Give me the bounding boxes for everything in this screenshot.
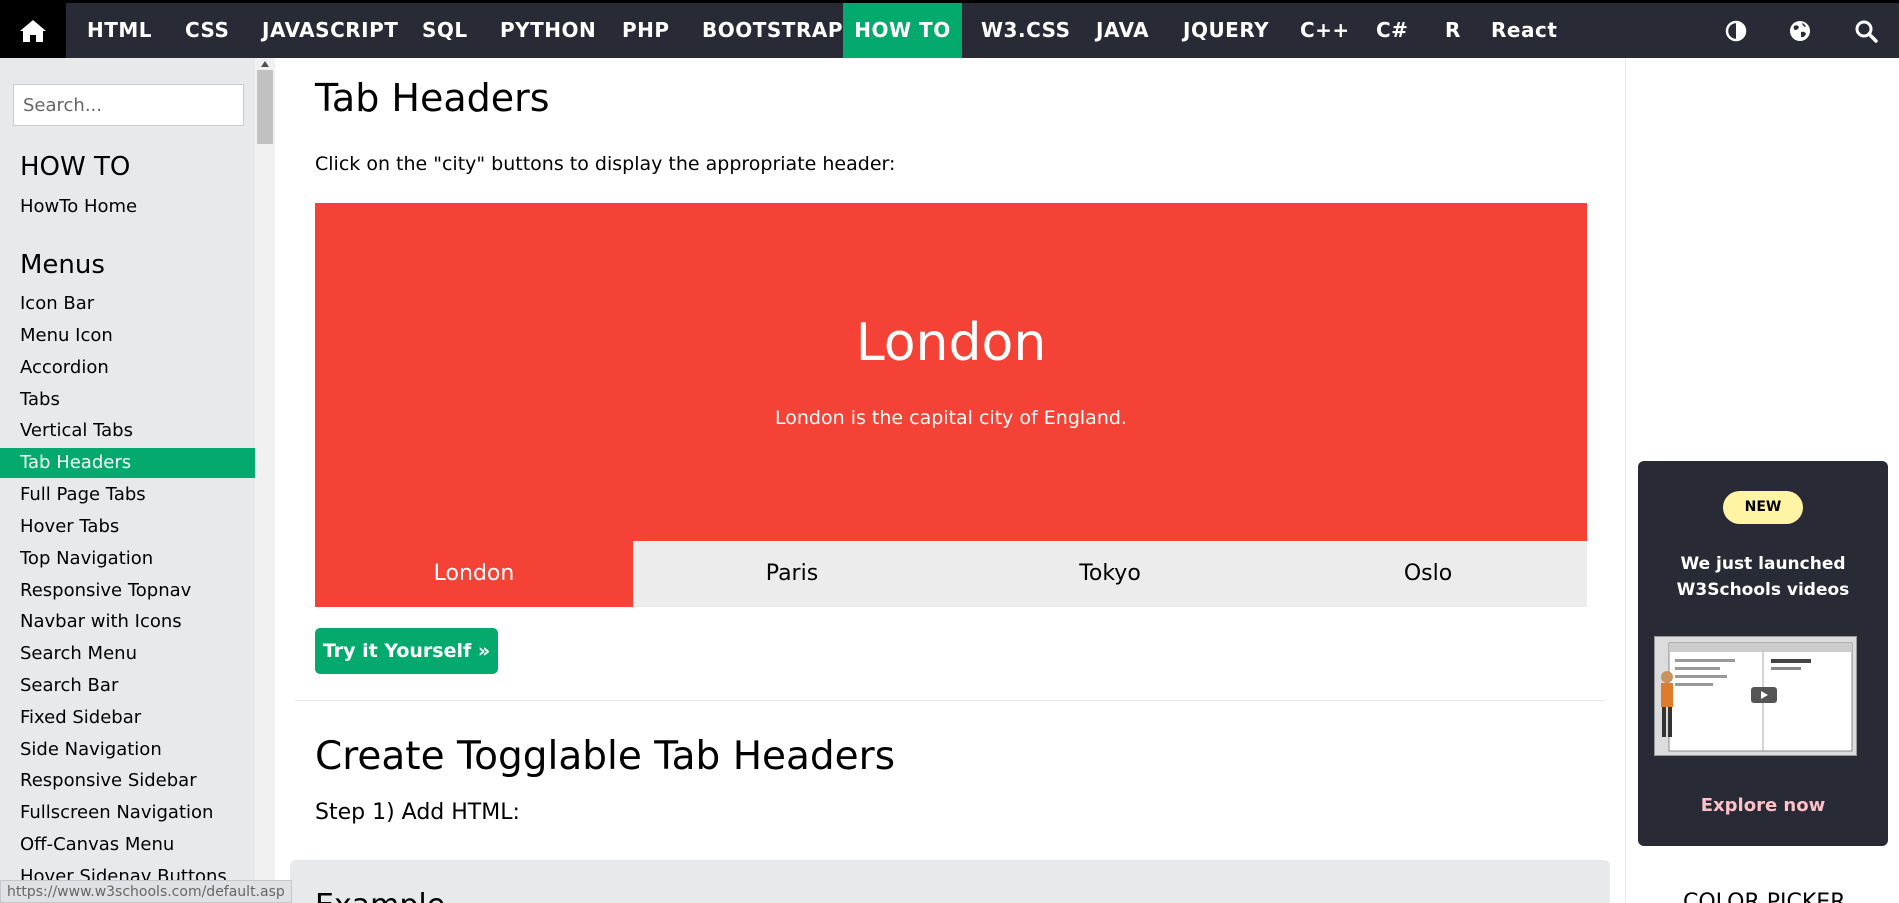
sidebar-item-responsive-sidebar[interactable]: Responsive Sidebar <box>0 766 255 796</box>
explore-now-link[interactable]: Explore now <box>1638 795 1888 816</box>
color-picker-heading: COLOR PICKER <box>1683 890 1846 903</box>
sidebar-item-icon-bar[interactable]: Icon Bar <box>0 289 255 319</box>
sidebar-item-off-canvas-menu[interactable]: Off-Canvas Menu <box>0 830 255 860</box>
nav-csharp[interactable]: C# <box>1357 3 1427 58</box>
tab-london[interactable]: London <box>315 541 633 607</box>
sidebar-item-search-bar[interactable]: Search Bar <box>0 671 255 701</box>
tab-paris[interactable]: Paris <box>633 541 951 607</box>
example-box: Example <box>290 860 1610 903</box>
nav-cpp[interactable]: C++ <box>1281 3 1369 58</box>
nav-bootstrap[interactable]: BOOTSTRAP <box>683 3 862 58</box>
sidebar-item-fixed-sidebar[interactable]: Fixed Sidebar <box>0 703 255 733</box>
scrollbar-thumb[interactable] <box>257 70 273 144</box>
status-bar-url: https://www.w3schools.com/default.asp <box>0 880 292 903</box>
sidebar-item-hover-tabs[interactable]: Hover Tabs <box>0 512 255 542</box>
sidebar-heading-howto: HOW TO <box>20 152 131 182</box>
nav-jquery[interactable]: JQUERY <box>1164 3 1288 58</box>
video-thumbnail[interactable] <box>1654 636 1857 756</box>
page-title: Tab Headers <box>315 76 550 120</box>
promo-headline-line2: W3Schools videos <box>1676 580 1850 600</box>
theme-toggle-button[interactable] <box>1716 3 1756 58</box>
section-title: Create Togglable Tab Headers <box>315 734 896 779</box>
step-heading: Step 1) Add HTML: <box>315 800 520 825</box>
sidebar-item-responsive-topnav[interactable]: Responsive Topnav <box>0 576 255 606</box>
sidebar-item-howto-home[interactable]: HowTo Home <box>0 192 255 222</box>
promo-headline: We just launched W3Schools videos <box>1638 551 1888 603</box>
section-divider <box>295 700 1605 701</box>
content-divider <box>1625 58 1626 903</box>
home-button[interactable] <box>0 3 66 58</box>
sidebar-search-input[interactable] <box>13 84 244 126</box>
sidebar-item-menu-icon[interactable]: Menu Icon <box>0 321 255 351</box>
sidebar-scrollbar[interactable] <box>255 58 275 903</box>
search-icon <box>1855 20 1878 43</box>
tab-tokyo[interactable]: Tokyo <box>951 541 1269 607</box>
nav-w3css[interactable]: W3.CSS <box>962 3 1090 58</box>
city-heading: London <box>855 313 1047 373</box>
tab-header-panel: London London is the capital city of Eng… <box>315 203 1587 541</box>
nav-php[interactable]: PHP <box>603 3 689 58</box>
nav-java[interactable]: JAVA <box>1077 3 1168 58</box>
city-description: London is the capital city of England. <box>775 407 1127 429</box>
globe-icon <box>1790 20 1810 41</box>
sidebar-item-tabs[interactable]: Tabs <box>0 385 255 415</box>
nav-python[interactable]: PYTHON <box>481 3 615 58</box>
sidebar-item-tab-headers[interactable]: Tab Headers <box>0 448 255 478</box>
main-content: Tab Headers Click on the "city" buttons … <box>275 58 1625 903</box>
intro-text: Click on the "city" buttons to display t… <box>315 153 896 175</box>
sidebar-item-side-navigation[interactable]: Side Navigation <box>0 735 255 765</box>
contrast-icon <box>1725 20 1747 41</box>
sidebar-item-accordion[interactable]: Accordion <box>0 353 255 383</box>
nav-javascript[interactable]: JAVASCRIPT <box>243 3 417 58</box>
sidebar-item-top-navigation[interactable]: Top Navigation <box>0 544 255 574</box>
nav-css[interactable]: CSS <box>166 3 248 58</box>
top-navigation: HTML CSS JAVASCRIPT SQL PYTHON PHP BOOTS… <box>0 0 1899 58</box>
try-it-yourself-button[interactable]: Try it Yourself » <box>315 628 498 674</box>
sidebar-item-vertical-tabs[interactable]: Vertical Tabs <box>0 416 255 446</box>
nav-react[interactable]: React <box>1472 3 1576 58</box>
nav-html[interactable]: HTML <box>66 3 173 58</box>
sidebar-item-fullscreen-navigation[interactable]: Fullscreen Navigation <box>0 798 255 828</box>
promo-headline-line1: We just launched <box>1680 554 1846 574</box>
scroll-up-icon[interactable] <box>261 61 269 67</box>
video-preview-illustration <box>1661 642 1853 752</box>
tab-header-demo: London London is the capital city of Eng… <box>315 203 1587 607</box>
sidebar-item-navbar-with-icons[interactable]: Navbar with Icons <box>0 607 255 637</box>
new-badge: NEW <box>1723 491 1803 524</box>
sidebar-heading-menus: Menus <box>20 250 105 280</box>
search-button[interactable] <box>1846 3 1886 58</box>
video-promo-card: NEW We just launched W3Schools videos Ex… <box>1638 461 1888 846</box>
sidebar-item-search-menu[interactable]: Search Menu <box>0 639 255 669</box>
nav-howto[interactable]: HOW TO <box>843 3 962 58</box>
language-button[interactable] <box>1780 3 1820 58</box>
example-label: Example <box>315 888 445 903</box>
nav-sql[interactable]: SQL <box>403 3 487 58</box>
home-icon <box>20 19 46 42</box>
sidebar: HOW TO HowTo Home Menus Icon Bar Menu Ic… <box>0 58 255 903</box>
sidebar-item-full-page-tabs[interactable]: Full Page Tabs <box>0 480 255 510</box>
tab-oslo[interactable]: Oslo <box>1269 541 1587 607</box>
